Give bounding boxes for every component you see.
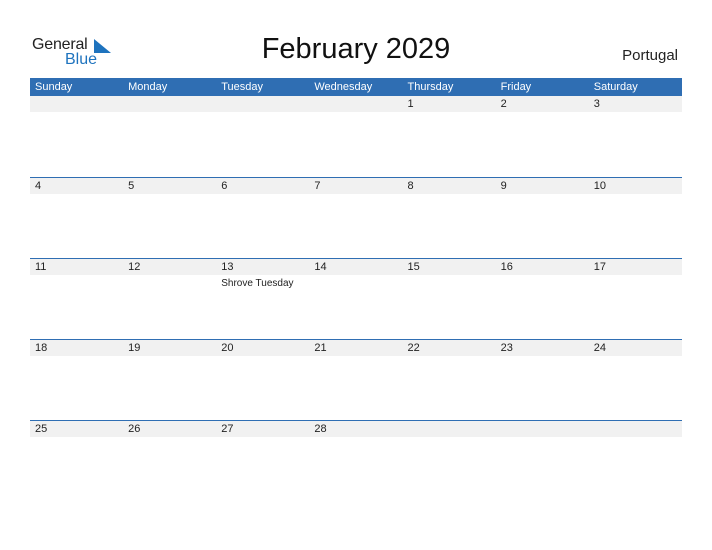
- day-number: 15: [407, 261, 420, 273]
- day-number: 21: [314, 342, 327, 354]
- week-row: 1 2 3: [30, 96, 682, 177]
- day-cell: [403, 421, 496, 437]
- day-number: 13: [221, 261, 234, 273]
- weekday-saturday: Saturday: [593, 81, 638, 93]
- day-number: 4: [35, 180, 42, 192]
- day-number: 27: [221, 423, 234, 435]
- day-number: 17: [593, 261, 606, 273]
- date-band: 11 12 13 Shrove Tuesday 14 15 16 17: [30, 259, 682, 289]
- day-cell: 22: [403, 340, 496, 356]
- day-cell: 14: [309, 259, 402, 275]
- day-number: 16: [500, 261, 513, 273]
- day-cell: 8: [403, 178, 496, 194]
- weekday-wednesday: Wednesday: [314, 81, 373, 93]
- day-cell: 28: [309, 421, 402, 437]
- day-number: 7: [314, 180, 321, 192]
- day-number: 24: [593, 342, 606, 354]
- day-number: 1: [407, 98, 414, 110]
- day-cell: 15: [403, 259, 496, 275]
- weekday-monday: Monday: [128, 81, 168, 93]
- day-number: 3: [593, 98, 600, 110]
- week-row: 18 19 20 21 22 23 24: [30, 339, 682, 420]
- week-row: 4 5 6 7 8 9 10: [30, 177, 682, 258]
- day-cell: [123, 96, 216, 112]
- day-cell: [496, 421, 589, 437]
- day-number: 26: [128, 423, 141, 435]
- day-cell: 23: [496, 340, 589, 356]
- day-cell: 2: [496, 96, 589, 112]
- day-cell: 25: [30, 421, 123, 437]
- day-cell: 17: [589, 259, 682, 275]
- day-number: 10: [593, 180, 606, 192]
- day-number: 25: [35, 423, 48, 435]
- day-cell: 4: [30, 178, 123, 194]
- week-row: 25 26 27 28: [30, 420, 682, 501]
- day-cell: 5: [123, 178, 216, 194]
- day-cell: [30, 96, 123, 112]
- day-number: 22: [407, 342, 420, 354]
- day-cell: [309, 96, 402, 112]
- weekday-friday: Friday: [500, 81, 532, 93]
- day-number: 12: [128, 261, 141, 273]
- day-cell: 16: [496, 259, 589, 275]
- weekday-sunday: Sunday: [35, 81, 73, 93]
- date-band: 25 26 27 28: [30, 421, 682, 437]
- week-row: 11 12 13 Shrove Tuesday 14 15 16 17: [30, 258, 682, 339]
- day-number: 11: [35, 261, 47, 273]
- day-cell: 13 Shrove Tuesday: [216, 259, 309, 289]
- day-cell: 10: [589, 178, 682, 194]
- holiday-event: Shrove Tuesday: [221, 278, 294, 289]
- calendar-title: February 2029: [261, 33, 451, 65]
- date-band: 4 5 6 7 8 9 10: [30, 178, 682, 194]
- day-number: 28: [314, 423, 327, 435]
- day-cell: 7: [309, 178, 402, 194]
- day-cell: [589, 421, 682, 437]
- day-cell: 3: [589, 96, 682, 112]
- date-band: 1 2 3: [30, 96, 682, 112]
- day-number: 14: [314, 261, 327, 273]
- day-number: 9: [500, 180, 507, 192]
- day-cell: 24: [589, 340, 682, 356]
- day-number: 5: [128, 180, 135, 192]
- day-cell: 9: [496, 178, 589, 194]
- day-cell: 1: [403, 96, 496, 112]
- day-cell: 18: [30, 340, 123, 356]
- day-number: 8: [407, 180, 414, 192]
- day-cell: 26: [123, 421, 216, 437]
- day-number: 6: [221, 180, 228, 192]
- day-number: 20: [221, 342, 234, 354]
- day-number: 19: [128, 342, 141, 354]
- day-cell: 11: [30, 259, 123, 275]
- weekday-tuesday: Tuesday: [221, 81, 264, 93]
- day-cell: [216, 96, 309, 112]
- weekday-thursday: Thursday: [407, 81, 454, 93]
- date-band: 18 19 20 21 22 23 24: [30, 340, 682, 356]
- day-cell: 19: [123, 340, 216, 356]
- weekday-header: Sunday Monday Tuesday Wednesday Thursday…: [30, 78, 682, 96]
- day-cell: 21: [309, 340, 402, 356]
- day-cell: 27: [216, 421, 309, 437]
- day-cell: 12: [123, 259, 216, 275]
- day-cell: 20: [216, 340, 309, 356]
- day-number: 2: [500, 98, 507, 110]
- day-number: 23: [500, 342, 513, 354]
- day-cell: 6: [216, 178, 309, 194]
- country-label: Portugal: [622, 47, 678, 64]
- calendar-grid: Sunday Monday Tuesday Wednesday Thursday…: [30, 78, 682, 501]
- day-number: 18: [35, 342, 48, 354]
